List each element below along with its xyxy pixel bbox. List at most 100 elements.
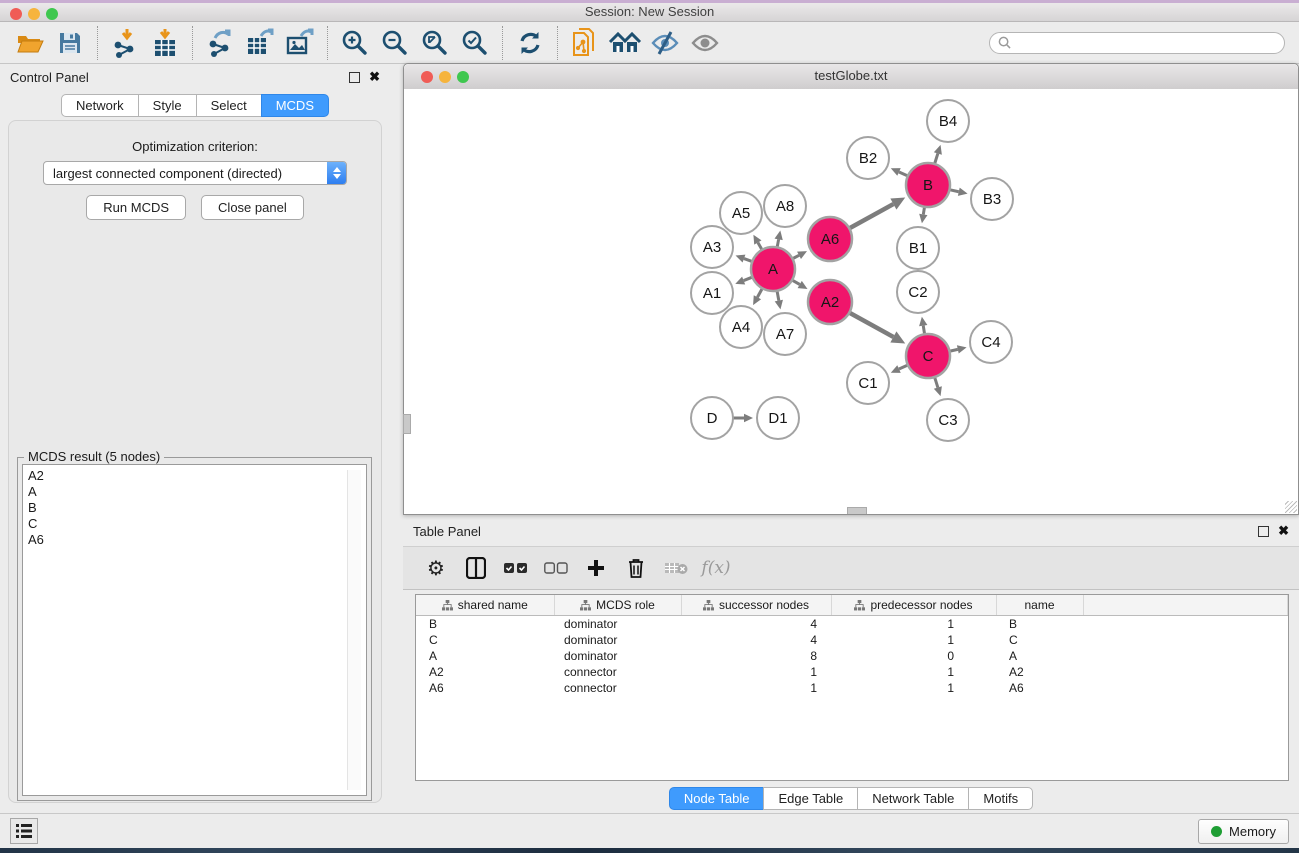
cell-predecessor-nodes[interactable]: 1 bbox=[831, 680, 996, 696]
cell-shared-name[interactable]: C bbox=[416, 632, 554, 648]
edge-A-A3[interactable] bbox=[744, 259, 752, 262]
cell-predecessor-nodes[interactable]: 1 bbox=[831, 632, 996, 648]
tab-style[interactable]: Style bbox=[138, 94, 197, 117]
cell-predecessor-nodes[interactable]: 1 bbox=[831, 664, 996, 680]
network-graph[interactable]: B4B2BB3A5A8A6A3B1AA1C2A2A4A7C4CC1DD1C3 bbox=[404, 89, 1298, 514]
show-columns-button[interactable] bbox=[461, 552, 491, 584]
zoom-out-button[interactable] bbox=[375, 25, 415, 61]
memory-button[interactable]: Memory bbox=[1198, 819, 1289, 844]
edge-A-A5[interactable] bbox=[758, 243, 762, 250]
import-network-button[interactable] bbox=[105, 25, 145, 61]
cell-successor-nodes[interactable]: 1 bbox=[681, 680, 831, 696]
cell-name[interactable]: A2 bbox=[996, 664, 1083, 680]
cell-name[interactable]: B bbox=[996, 616, 1083, 633]
hide-graphics-button[interactable] bbox=[645, 25, 685, 61]
cell-shared-name[interactable]: A bbox=[416, 648, 554, 664]
add-row-button[interactable] bbox=[581, 552, 611, 584]
search-box[interactable] bbox=[989, 32, 1285, 54]
open-session-button[interactable] bbox=[10, 25, 50, 61]
edge-A-A2[interactable] bbox=[792, 280, 800, 284]
tab-network[interactable]: Network bbox=[61, 94, 139, 117]
net-close-icon[interactable] bbox=[421, 71, 433, 83]
export-table-button[interactable] bbox=[240, 25, 280, 61]
col-successor-nodes[interactable]: successor nodes bbox=[681, 595, 831, 616]
cell-shared-name[interactable]: A6 bbox=[416, 680, 554, 696]
run-mcds-button[interactable]: Run MCDS bbox=[86, 195, 186, 220]
cell-name[interactable]: A bbox=[996, 648, 1083, 664]
col-name[interactable]: name bbox=[996, 595, 1083, 616]
table-settings-button[interactable]: ⚙ bbox=[421, 552, 451, 584]
cell-successor-nodes[interactable]: 4 bbox=[681, 632, 831, 648]
table-row[interactable]: Bdominator41B bbox=[416, 616, 1288, 633]
apply-function-button[interactable]: f(x) bbox=[701, 552, 731, 584]
edge-B-B3[interactable] bbox=[949, 190, 958, 192]
new-network-file-button[interactable] bbox=[565, 25, 605, 61]
table-row[interactable]: Cdominator41C bbox=[416, 632, 1288, 648]
task-history-button[interactable] bbox=[10, 818, 38, 844]
cell-shared-name[interactable]: B bbox=[416, 616, 554, 633]
col-mcds-role[interactable]: MCDS role bbox=[554, 595, 681, 616]
delete-row-button[interactable] bbox=[621, 552, 651, 584]
canvas-hscroll-thumb[interactable] bbox=[847, 507, 867, 514]
zoom-in-button[interactable] bbox=[335, 25, 375, 61]
close-window-icon[interactable] bbox=[10, 8, 22, 20]
mcds-result-item[interactable]: A bbox=[28, 484, 361, 500]
edge-B-B4[interactable] bbox=[935, 153, 938, 164]
mcds-result-item[interactable]: C bbox=[28, 516, 361, 532]
import-table-button[interactable] bbox=[145, 25, 185, 61]
cell-predecessor-nodes[interactable]: 0 bbox=[831, 648, 996, 664]
delete-table-button[interactable] bbox=[661, 552, 691, 584]
mcds-result-item[interactable]: A6 bbox=[28, 532, 361, 548]
edge-A-A1[interactable] bbox=[744, 277, 753, 280]
tab-node-table[interactable]: Node Table bbox=[669, 787, 765, 810]
show-graphics-button[interactable] bbox=[685, 25, 725, 61]
export-image-button[interactable] bbox=[280, 25, 320, 61]
edge-C-C1[interactable] bbox=[899, 365, 908, 369]
resize-grip[interactable] bbox=[1285, 501, 1297, 513]
edge-C-C2[interactable] bbox=[923, 326, 924, 335]
close-table-panel-icon[interactable]: ✖ bbox=[1278, 526, 1289, 536]
mcds-result-list[interactable]: A2ABCA6 bbox=[22, 464, 367, 796]
net-maximize-icon[interactable] bbox=[457, 71, 469, 83]
col-predecessor-nodes[interactable]: predecessor nodes bbox=[831, 595, 996, 616]
float-panel-icon[interactable] bbox=[349, 72, 360, 83]
close-panel-button[interactable]: Close panel bbox=[201, 195, 304, 220]
zoom-fit-button[interactable] bbox=[415, 25, 455, 61]
cell-mcds-role[interactable]: connector bbox=[554, 680, 681, 696]
tab-mcds[interactable]: MCDS bbox=[261, 94, 329, 117]
edge-A6-B[interactable] bbox=[849, 204, 893, 228]
cell-predecessor-nodes[interactable]: 1 bbox=[831, 616, 996, 633]
node-table[interactable]: shared name MCDS role successor nodes pr… bbox=[415, 594, 1289, 781]
network-window-titlebar[interactable]: testGlobe.txt bbox=[404, 64, 1298, 90]
cell-shared-name[interactable]: A2 bbox=[416, 664, 554, 680]
zoom-selected-button[interactable] bbox=[455, 25, 495, 61]
cell-mcds-role[interactable]: dominator bbox=[554, 648, 681, 664]
canvas-vscroll-thumb[interactable] bbox=[403, 414, 411, 434]
table-row[interactable]: Adominator80A bbox=[416, 648, 1288, 664]
edge-C-C4[interactable] bbox=[949, 349, 957, 351]
edge-A-A7[interactable] bbox=[777, 291, 779, 301]
cell-name[interactable]: C bbox=[996, 632, 1083, 648]
home-pages-button[interactable] bbox=[605, 25, 645, 61]
tab-edge-table[interactable]: Edge Table bbox=[763, 787, 858, 810]
tab-network-table[interactable]: Network Table bbox=[857, 787, 969, 810]
edge-A-A4[interactable] bbox=[757, 288, 762, 297]
cell-name[interactable]: A6 bbox=[996, 680, 1083, 696]
close-panel-icon[interactable]: ✖ bbox=[369, 72, 380, 82]
table-row[interactable]: A2connector11A2 bbox=[416, 664, 1288, 680]
refresh-button[interactable] bbox=[510, 25, 550, 61]
float-table-panel-icon[interactable] bbox=[1258, 526, 1269, 537]
cell-mcds-role[interactable]: dominator bbox=[554, 616, 681, 633]
export-network-button[interactable] bbox=[200, 25, 240, 61]
result-scrollbar[interactable] bbox=[347, 470, 361, 790]
edge-B-B2[interactable] bbox=[899, 172, 908, 176]
network-canvas[interactable]: B4B2BB3A5A8A6A3B1AA1C2A2A4A7C4CC1DD1C3 bbox=[404, 89, 1298, 514]
table-header-row[interactable]: shared name MCDS role successor nodes pr… bbox=[416, 595, 1288, 616]
edge-A2-C[interactable] bbox=[849, 313, 893, 337]
edge-C-C3[interactable] bbox=[935, 377, 938, 388]
save-session-button[interactable] bbox=[50, 25, 90, 61]
cell-mcds-role[interactable]: dominator bbox=[554, 632, 681, 648]
search-input[interactable] bbox=[1016, 35, 1276, 51]
net-minimize-icon[interactable] bbox=[439, 71, 451, 83]
minimize-window-icon[interactable] bbox=[28, 8, 40, 20]
